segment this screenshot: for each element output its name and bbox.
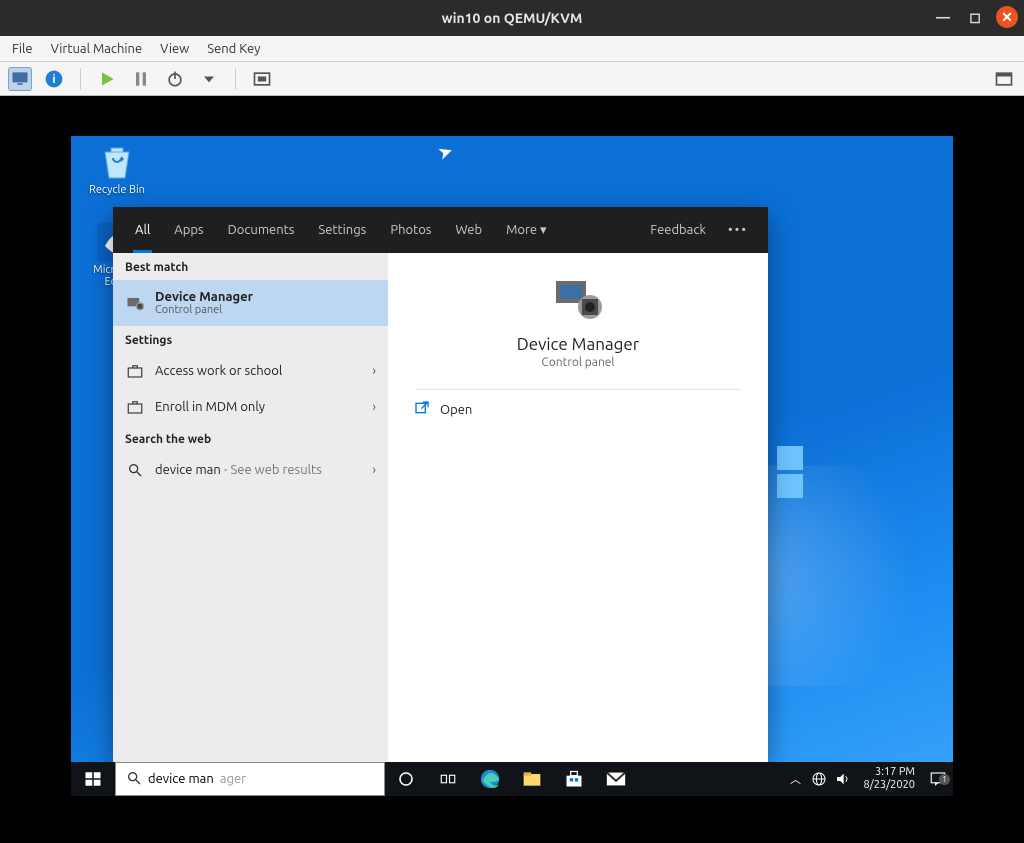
action-center-button[interactable]: 1 [923, 770, 953, 788]
open-action[interactable]: Open [414, 400, 472, 419]
taskbar: device man ager ︿ 3:17 PM 8/23/2020 [71, 762, 953, 796]
windows-logo-fragment [777, 446, 803, 498]
svg-text:i: i [52, 73, 55, 86]
open-icon [414, 400, 430, 419]
tab-more[interactable]: More ▾ [494, 207, 559, 253]
host-titlebar: win10 on QEMU/KVM — ◻ ✕ [0, 0, 1024, 36]
menu-file[interactable]: File [12, 42, 33, 56]
windows-logo-icon [84, 770, 102, 788]
info-icon[interactable]: i [42, 67, 66, 91]
result-label: device man - See web results [155, 463, 322, 477]
vm-viewport: Recycle Bin Microsoft Edge ➤ All Apps Do… [0, 96, 1024, 843]
taskbar-clock[interactable]: 3:17 PM 8/23/2020 [855, 766, 923, 792]
tab-web[interactable]: Web [443, 207, 494, 253]
result-device-manager[interactable]: Device Manager Control panel [113, 280, 388, 326]
result-label: Enroll in MDM only [155, 400, 265, 414]
tray-chevron-up-icon[interactable]: ︿ [783, 771, 807, 787]
preview-title: Device Manager [517, 335, 640, 354]
screenshot-icon[interactable] [992, 67, 1016, 91]
system-tray: ︿ 3:17 PM 8/23/2020 1 [783, 762, 953, 796]
taskbar-explorer[interactable] [511, 762, 553, 796]
tab-photos[interactable]: Photos [378, 207, 443, 253]
mouse-cursor-icon: ➤ [435, 140, 456, 165]
host-window: win10 on QEMU/KVM — ◻ ✕ File Virtual Mac… [0, 0, 1024, 843]
desktop-recycle-bin[interactable]: Recycle Bin [83, 142, 151, 196]
close-button[interactable]: ✕ [996, 6, 1018, 28]
chevron-right-icon: › [372, 364, 376, 378]
start-search-panel: All Apps Documents Settings Photos Web M… [113, 207, 768, 762]
clock-time: 3:17 PM [863, 766, 915, 779]
minimize-button[interactable]: — [932, 6, 954, 28]
pause-icon[interactable] [129, 67, 153, 91]
tab-settings[interactable]: Settings [306, 207, 378, 253]
briefcase-icon [125, 361, 145, 381]
result-title: Device Manager [155, 290, 253, 304]
desktop-recycle-bin-label: Recycle Bin [83, 184, 151, 196]
result-access-work[interactable]: Access work or school › [113, 353, 388, 389]
result-label: Access work or school [155, 364, 282, 378]
device-manager-large-icon [550, 275, 606, 323]
taskbar-store[interactable] [553, 762, 595, 796]
search-preview-pane: Device Manager Control panel Open [388, 253, 768, 762]
clock-date: 8/23/2020 [863, 779, 915, 792]
search-ghost-text: ager [220, 772, 246, 786]
chevron-right-icon: › [372, 400, 376, 414]
cortana-button[interactable] [385, 762, 427, 796]
search-results-list: Best match Device Manager Control panel … [113, 253, 388, 762]
host-title: win10 on QEMU/KVM [442, 10, 583, 26]
tab-all[interactable]: All [123, 207, 162, 253]
tab-documents[interactable]: Documents [216, 207, 307, 253]
dropdown-arrow-icon[interactable] [197, 67, 221, 91]
feedback-link[interactable]: Feedback [638, 223, 718, 237]
divider [415, 389, 742, 390]
taskbar-mail[interactable] [595, 762, 637, 796]
search-typed-text: device man [148, 772, 214, 786]
monitor-icon[interactable] [8, 67, 32, 91]
task-view-button[interactable] [427, 762, 469, 796]
result-web-search[interactable]: device man - See web results › [113, 452, 388, 488]
fullscreen-icon[interactable] [250, 67, 274, 91]
host-toolbar: i [0, 62, 1024, 96]
notification-badge: 1 [939, 774, 950, 785]
taskbar-edge[interactable] [469, 762, 511, 796]
briefcase-icon [125, 397, 145, 417]
preview-sub: Control panel [541, 356, 614, 369]
search-icon [126, 770, 142, 789]
web-header: Search the web [113, 425, 388, 452]
host-menubar: File Virtual Machine View Send Key [0, 36, 1024, 62]
menu-sendkey[interactable]: Send Key [207, 42, 260, 56]
start-button[interactable] [71, 762, 115, 796]
chevron-right-icon: › [372, 463, 376, 477]
power-icon[interactable] [163, 67, 187, 91]
taskbar-search-input[interactable]: device man ager [115, 762, 385, 796]
windows-desktop[interactable]: Recycle Bin Microsoft Edge ➤ All Apps Do… [71, 136, 953, 796]
settings-header: Settings [113, 326, 388, 353]
search-tabs: All Apps Documents Settings Photos Web M… [113, 207, 768, 253]
best-match-header: Best match [113, 253, 388, 280]
tab-apps[interactable]: Apps [162, 207, 215, 253]
device-manager-icon [125, 293, 145, 313]
volume-icon[interactable] [831, 771, 855, 787]
search-more-icon[interactable]: ••• [718, 223, 758, 237]
search-icon [125, 460, 145, 480]
menu-view[interactable]: View [160, 42, 189, 56]
menu-vm[interactable]: Virtual Machine [51, 42, 143, 56]
recycle-bin-icon [97, 142, 137, 182]
windows-light-beam [753, 466, 953, 686]
network-icon[interactable] [807, 771, 831, 787]
open-label: Open [440, 403, 472, 417]
result-enroll-mdm[interactable]: Enroll in MDM only › [113, 389, 388, 425]
result-sub: Control panel [155, 304, 253, 316]
maximize-button[interactable]: ◻ [964, 6, 986, 28]
play-icon[interactable] [95, 67, 119, 91]
